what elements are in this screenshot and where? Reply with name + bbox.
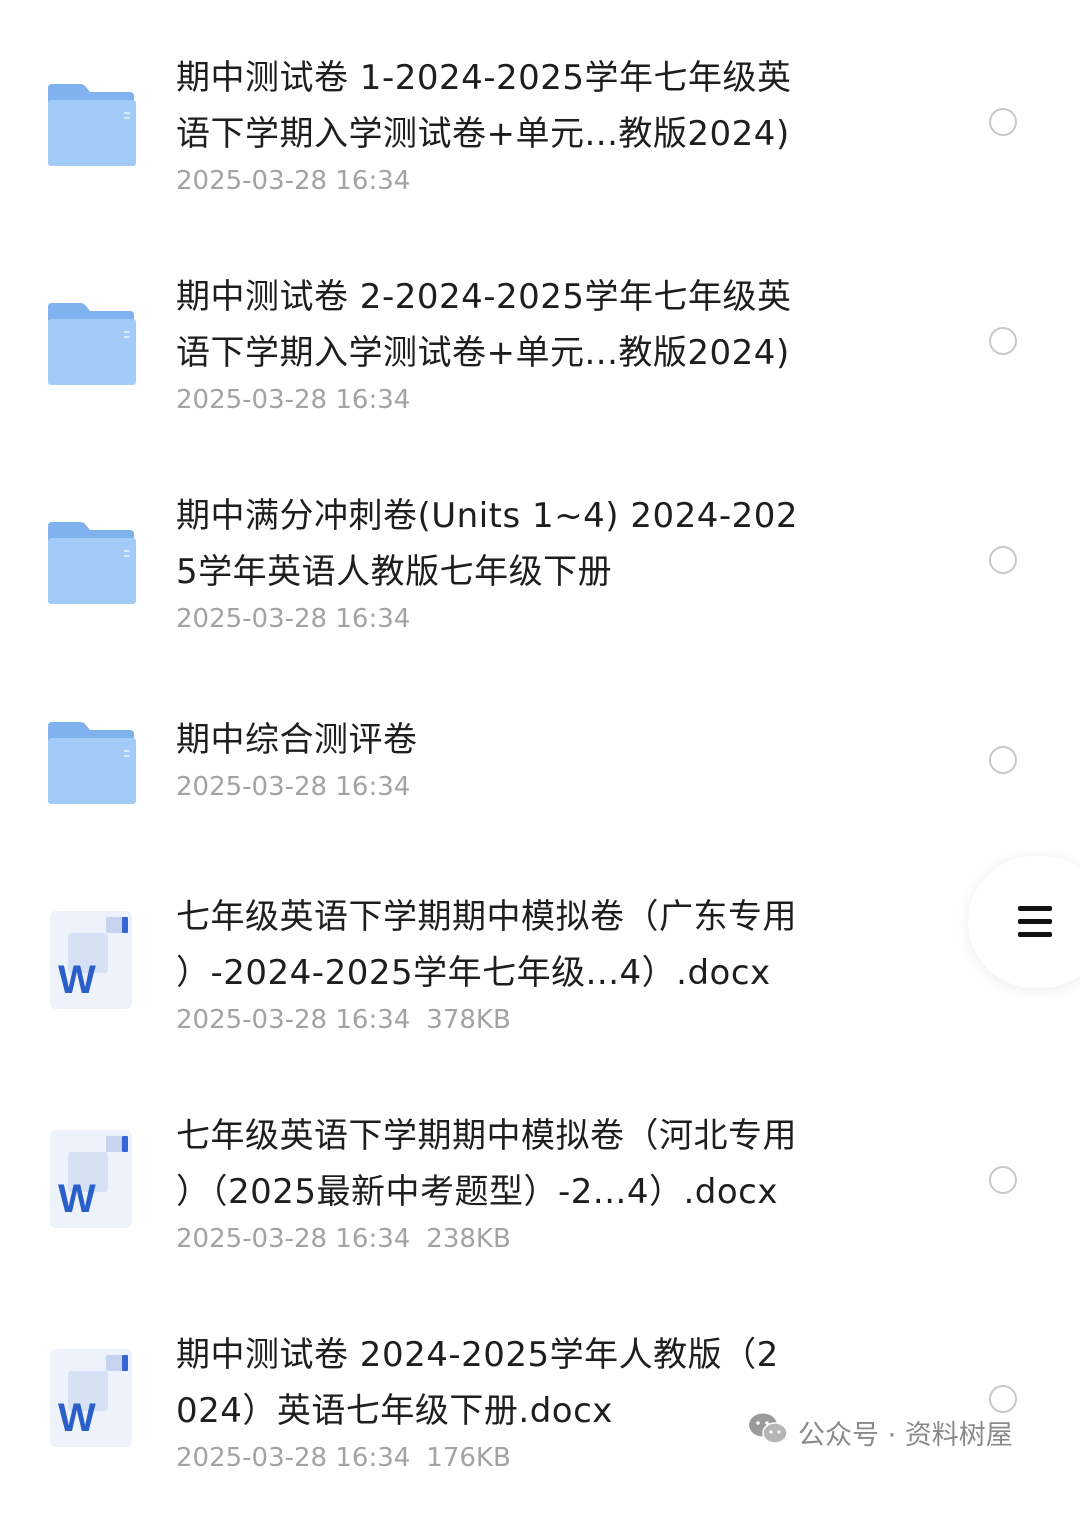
file-text: 期中满分冲刺卷(Units 1~4) 2024-202 5学年英语人教版七年级下… — [176, 488, 896, 634]
word-doc-icon: W — [46, 911, 138, 1011]
menu-icon — [1018, 906, 1052, 911]
select-radio[interactable] — [989, 327, 1017, 355]
file-size: 176KB — [426, 1443, 511, 1473]
file-text: 七年级英语下学期期中模拟卷（广东专用 ）-2024-2025学年七年级...4）… — [176, 889, 896, 1035]
select-radio[interactable] — [989, 1385, 1017, 1413]
word-doc-icon: W — [46, 1130, 138, 1230]
list-item[interactable]: 期中测试卷 1-2024-2025学年七年级英 语下学期入学测试卷+单元...教… — [0, 50, 1080, 250]
list-item[interactable]: 期中满分冲刺卷(Units 1~4) 2024-202 5学年英语人教版七年级下… — [0, 488, 1080, 688]
file-meta: 2025-03-28 16:34 — [176, 604, 896, 634]
select-radio[interactable] — [989, 546, 1017, 574]
file-text: 七年级英语下学期期中模拟卷（河北专用 ）（2025最新中考题型）-2...4）.… — [176, 1108, 896, 1254]
file-name-line: 期中综合测评卷 — [176, 720, 418, 760]
file-date: 2025-03-28 16:34 — [176, 604, 411, 634]
watermark-text: 公众号 · 资料树屋 — [798, 1419, 1013, 1451]
file-name-line: 期中测试卷 2-2024-2025学年七年级英 — [176, 277, 792, 317]
list-item[interactable]: W 七年级英语下学期期中模拟卷（河北专用 ）（2025最新中考题型）-2...4… — [0, 1108, 1080, 1308]
file-text: 期中综合测评卷 2025-03-28 16:34 — [176, 712, 896, 802]
file-meta: 2025-03-28 16:34 — [176, 385, 896, 415]
folder-icon — [46, 722, 138, 822]
list-item[interactable]: 期中综合测评卷 2025-03-28 16:34 — [0, 712, 1080, 912]
word-letter: W — [58, 1177, 96, 1221]
file-date: 2025-03-28 16:34 — [176, 1443, 411, 1473]
word-letter: W — [58, 958, 96, 1002]
select-radio[interactable] — [989, 1166, 1017, 1194]
file-date: 2025-03-28 16:34 — [176, 166, 411, 196]
file-name-line: 期中满分冲刺卷(Units 1~4) 2024-202 — [176, 496, 799, 536]
file-date: 2025-03-28 16:34 — [176, 772, 411, 802]
file-size: 238KB — [426, 1224, 511, 1254]
file-meta: 2025-03-28 16:34 — [176, 166, 896, 196]
select-radio[interactable] — [989, 746, 1017, 774]
wechat-icon — [748, 1412, 788, 1453]
file-date: 2025-03-28 16:34 — [176, 1005, 411, 1035]
file-name-line: ）-2024-2025学年七年级...4）.docx — [176, 953, 771, 993]
file-meta: 2025-03-28 16:34 238KB — [176, 1224, 896, 1254]
file-name-line: 期中测试卷 1-2024-2025学年七年级英 — [176, 58, 792, 98]
list-item[interactable]: W 七年级英语下学期期中模拟卷（广东专用 ）-2024-2025学年七年级...… — [0, 889, 1080, 1089]
file-text: 期中测试卷 1-2024-2025学年七年级英 语下学期入学测试卷+单元...教… — [176, 50, 896, 196]
file-name-line: 语下学期入学测试卷+单元...教版2024) — [176, 114, 790, 154]
menu-icon — [1018, 919, 1052, 924]
file-meta: 2025-03-28 16:34 378KB — [176, 1005, 896, 1035]
file-name-line: 5学年英语人教版七年级下册 — [176, 552, 613, 592]
word-doc-icon: W — [46, 1349, 138, 1449]
list-item[interactable]: 期中测试卷 2-2024-2025学年七年级英 语下学期入学测试卷+单元...教… — [0, 269, 1080, 469]
file-size: 378KB — [426, 1005, 511, 1035]
file-meta: 2025-03-28 16:34 — [176, 772, 896, 802]
file-list: 期中测试卷 1-2024-2025学年七年级英 语下学期入学测试卷+单元...教… — [0, 0, 1080, 1474]
file-date: 2025-03-28 16:34 — [176, 1224, 411, 1254]
watermark: 公众号 · 资料树屋 — [748, 1412, 1013, 1452]
file-name-line: 七年级英语下学期期中模拟卷（广东专用 — [176, 897, 797, 937]
file-text: 期中测试卷 2-2024-2025学年七年级英 语下学期入学测试卷+单元...教… — [176, 269, 896, 415]
file-name-line: 七年级英语下学期期中模拟卷（河北专用 — [176, 1116, 797, 1156]
file-name-line: 期中测试卷 2024-2025学年人教版（2 — [176, 1335, 779, 1375]
folder-icon — [46, 303, 138, 403]
folder-icon — [46, 84, 138, 184]
file-name-line: ）（2025最新中考题型）-2...4）.docx — [176, 1172, 778, 1212]
select-radio[interactable] — [989, 108, 1017, 136]
file-date: 2025-03-28 16:34 — [176, 385, 411, 415]
word-letter: W — [58, 1396, 96, 1440]
menu-icon — [1018, 932, 1052, 937]
folder-icon — [46, 522, 138, 622]
file-name-line: 语下学期入学测试卷+单元...教版2024) — [176, 333, 790, 373]
